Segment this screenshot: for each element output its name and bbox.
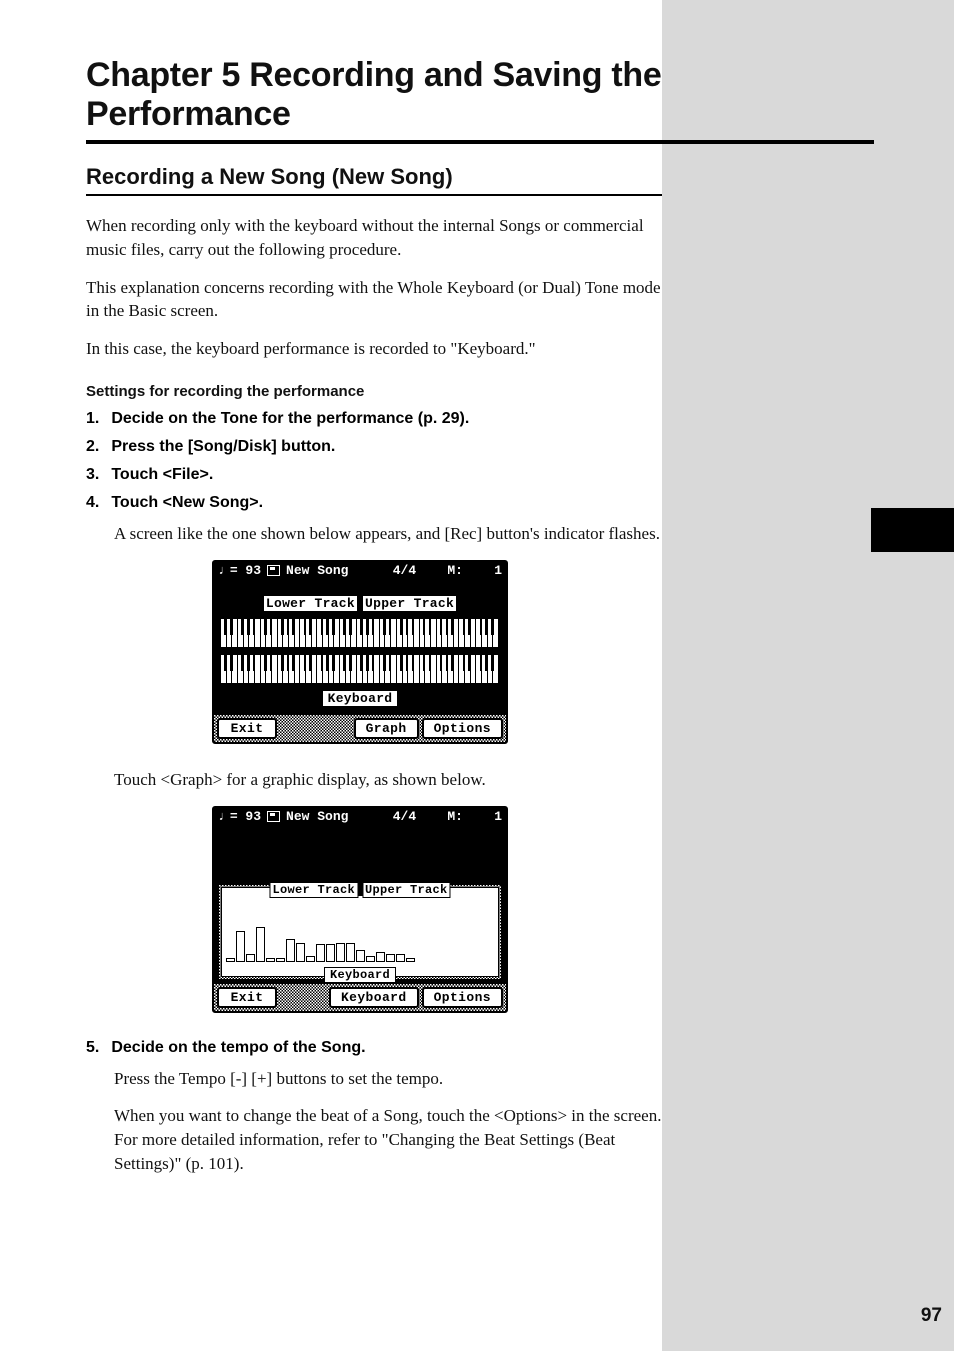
upper-track-label[interactable]: Upper Track	[362, 595, 457, 612]
disk-icon	[267, 565, 280, 576]
song-name: New Song	[286, 809, 348, 824]
keyboard-button[interactable]: Keyboard	[329, 987, 419, 1008]
keyboard-upper	[220, 618, 500, 648]
tempo-value: = 93	[230, 809, 261, 824]
step-text: Decide on the tempo of the Song.	[111, 1039, 365, 1056]
options-button[interactable]: Options	[422, 718, 503, 739]
step4-note: A screen like the one shown below appear…	[114, 522, 662, 546]
screenshot-graph-view: ♩ = 93 New Song 4/4 M: 1	[212, 806, 508, 1013]
exit-button[interactable]: Exit	[217, 718, 277, 739]
step-text: Decide on the Tone for the performance (…	[111, 410, 469, 427]
step5-body-2: When you want to change the beat of a So…	[114, 1104, 662, 1175]
measure-label: M:	[447, 809, 463, 824]
screen-header: ♩ = 93 New Song 4/4 M: 1	[214, 562, 506, 580]
upper-track-label[interactable]: Upper Track	[362, 882, 451, 898]
intro-paragraph-3: In this case, the keyboard performance i…	[86, 337, 662, 361]
step-1: 1. Decide on the Tone for the performanc…	[86, 410, 662, 428]
note-icon: ♩	[218, 563, 226, 578]
screenshot-keyboard-view: ♩ = 93 New Song 4/4 M: 1	[212, 560, 508, 744]
step-text: Touch <New Song>.	[111, 494, 263, 511]
timesig: 4/4	[393, 809, 416, 824]
timesig: 4/4	[393, 563, 416, 578]
measure-value: 1	[494, 563, 502, 578]
step-label: 5.	[86, 1039, 99, 1056]
step-text: Press the [Song/Disk] button.	[111, 438, 335, 455]
step-text: Touch <File>.	[111, 466, 213, 483]
options-button[interactable]: Options	[422, 987, 503, 1008]
tempo-value: = 93	[230, 563, 261, 578]
settings-caption: Settings for recording the performance	[86, 383, 662, 400]
keyboard-label[interactable]: Keyboard	[322, 690, 399, 707]
page-number: 97	[921, 1305, 942, 1327]
disk-icon	[267, 811, 280, 822]
measure-value: 1	[494, 809, 502, 824]
graph-button[interactable]: Graph	[354, 718, 419, 739]
step5-body-1: Press the Tempo [-] [+] buttons to set t…	[114, 1067, 662, 1091]
exit-button[interactable]: Exit	[217, 987, 277, 1008]
graph-area: Lower TrackUpper Track Keyboard	[218, 884, 502, 980]
song-name: New Song	[286, 563, 348, 578]
intro-paragraph-1: When recording only with the keyboard wi…	[86, 214, 662, 262]
chapter-title: Chapter 5 Recording and Saving the Perfo…	[86, 56, 662, 134]
measure-label: M:	[447, 563, 463, 578]
screen2-intro: Touch <Graph> for a graphic display, as …	[114, 768, 662, 792]
section-tab	[871, 508, 954, 552]
step-label: 1.	[86, 410, 99, 427]
screen-header: ♩ = 93 New Song 4/4 M: 1	[214, 808, 506, 826]
section-subtitle: Recording a New Song (New Song)	[86, 164, 662, 190]
step-label: 2.	[86, 438, 99, 455]
step-label: 4.	[86, 494, 99, 511]
note-icon: ♩	[218, 809, 226, 824]
screen-buttons: Exit Graph Options	[214, 715, 506, 742]
keyboard-label[interactable]: Keyboard	[324, 967, 396, 983]
step-4: 4. Touch <New Song>.	[86, 494, 662, 512]
graph-upper-blank	[214, 826, 506, 880]
lower-track-label[interactable]: Lower Track	[263, 595, 358, 612]
step-5: 5. Decide on the tempo of the Song.	[86, 1039, 662, 1057]
screen-buttons: Exit Keyboard Options	[214, 984, 506, 1011]
keyboard-lower	[220, 654, 500, 684]
title-rule	[86, 140, 874, 144]
lower-track-label[interactable]: Lower Track	[269, 882, 358, 898]
step-3: 3. Touch <File>.	[86, 466, 662, 484]
track-labels-row: Lower TrackUpper Track	[220, 592, 500, 612]
step-2: 2. Press the [Song/Disk] button.	[86, 438, 662, 456]
subtitle-rule	[86, 194, 662, 196]
intro-paragraph-2: This explanation concerns recording with…	[86, 276, 662, 324]
sidebar-margin: If a Song is selected in which a perform…	[662, 0, 954, 1351]
graph-bars	[226, 922, 494, 962]
step-label: 3.	[86, 466, 99, 483]
